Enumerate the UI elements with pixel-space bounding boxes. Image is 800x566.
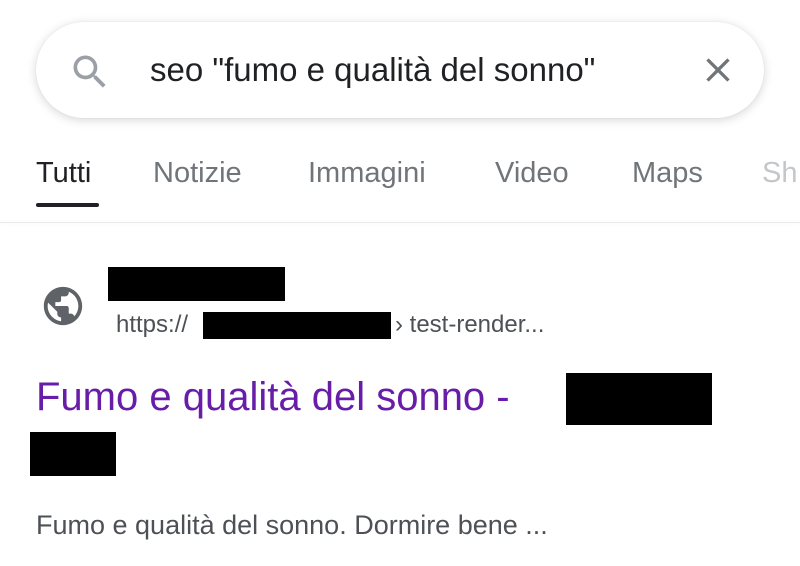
search-icon[interactable] bbox=[68, 50, 112, 94]
tab-notizie[interactable]: Notizie bbox=[153, 156, 242, 190]
tab-maps[interactable]: Maps bbox=[632, 156, 703, 190]
close-icon[interactable] bbox=[698, 50, 738, 90]
search-tabs: Tutti Notizie Immagini Video Maps Sh bbox=[0, 150, 800, 210]
search-input[interactable]: seo "fumo e qualità del sonno" bbox=[150, 48, 595, 92]
redacted-domain bbox=[203, 312, 391, 339]
tab-immagini[interactable]: Immagini bbox=[308, 156, 426, 190]
redacted-site-name bbox=[108, 267, 285, 301]
result-title-link[interactable]: Fumo e qualità del sonno - bbox=[36, 372, 510, 422]
tab-video[interactable]: Video bbox=[495, 156, 569, 190]
result-snippet: Fumo e qualità del sonno. Dormire bene .… bbox=[36, 510, 548, 540]
tab-shopping[interactable]: Sh bbox=[762, 156, 797, 190]
tab-tutti[interactable]: Tutti bbox=[36, 156, 91, 190]
redacted-title-part bbox=[566, 373, 712, 425]
result-url-prefix: https:// bbox=[116, 311, 189, 338]
divider bbox=[0, 222, 800, 223]
redacted-title-line2 bbox=[30, 432, 116, 476]
globe-icon bbox=[43, 286, 83, 326]
active-tab-indicator bbox=[36, 203, 99, 207]
result-url-path: › test-render... bbox=[395, 311, 545, 338]
